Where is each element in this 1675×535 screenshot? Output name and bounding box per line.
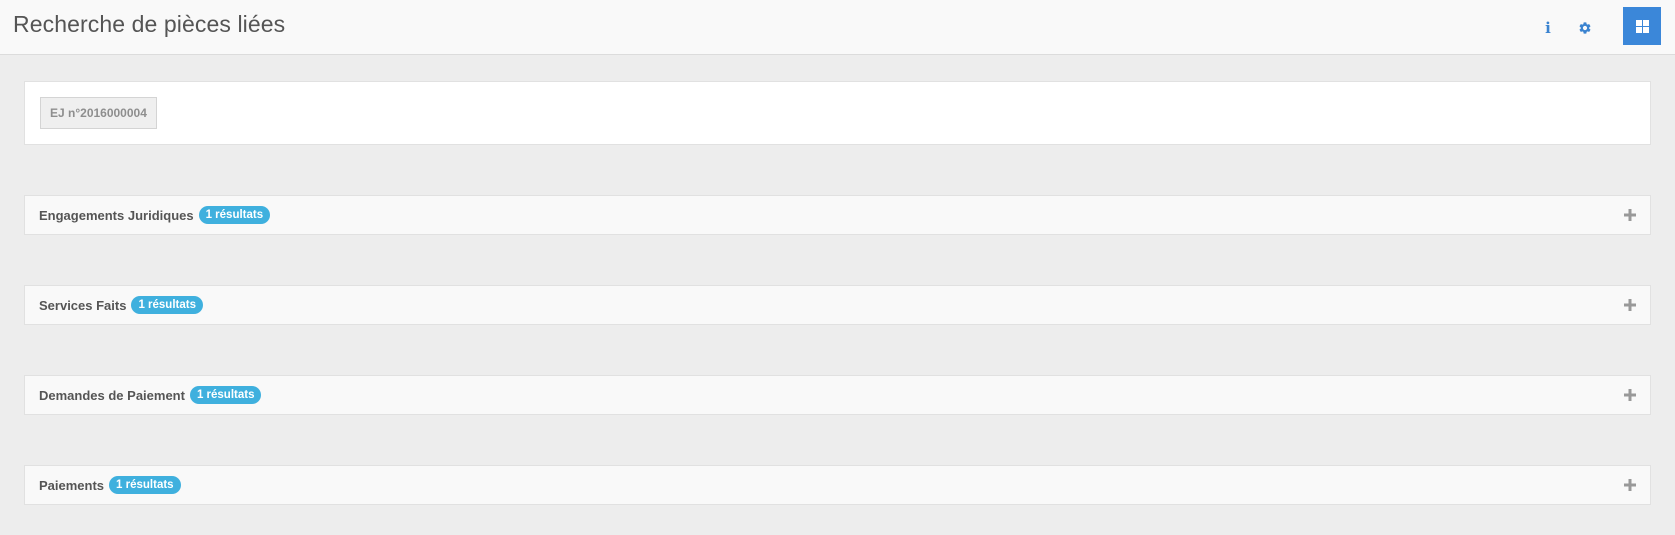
section-demandes-de-paiement[interactable]: Demandes de Paiement 1 résultats (24, 375, 1651, 415)
section-header: Demandes de Paiement 1 résultats (39, 376, 262, 414)
filter-tag[interactable]: EJ n°2016000004 (40, 97, 157, 129)
grid-icon (1635, 19, 1649, 33)
plus-icon[interactable] (1623, 298, 1637, 312)
section-title: Engagements Juridiques (39, 207, 194, 223)
section-paiements[interactable]: Paiements 1 résultats (24, 465, 1651, 505)
section-engagements-juridiques[interactable]: Engagements Juridiques 1 résultats (24, 195, 1651, 235)
grid-view-button[interactable] (1623, 7, 1661, 45)
results-badge: 1 résultats (189, 386, 262, 404)
info-icon[interactable]: i (1538, 18, 1558, 38)
results-badge: 1 résultats (198, 206, 271, 224)
results-badge: 1 résultats (109, 476, 181, 494)
gear-icon[interactable] (1575, 18, 1595, 38)
section-header: Paiements 1 résultats (39, 466, 181, 504)
results-badge: 1 résultats (131, 296, 203, 314)
page-title: Recherche de pièces liées (13, 11, 286, 37)
section-title: Paiements (39, 477, 105, 493)
section-services-faits[interactable]: Services Faits 1 résultats (24, 285, 1651, 325)
section-header: Engagements Juridiques 1 résultats (39, 196, 271, 234)
section-title: Services Faits (39, 297, 127, 313)
plus-icon[interactable] (1623, 478, 1637, 492)
section-title: Demandes de Paiement (39, 387, 185, 403)
section-header: Services Faits 1 résultats (39, 286, 203, 324)
plus-icon[interactable] (1623, 388, 1637, 402)
filter-panel: EJ n°2016000004 (24, 81, 1651, 145)
plus-icon[interactable] (1623, 208, 1637, 222)
top-bar: Recherche de pièces liées i (0, 0, 1675, 55)
